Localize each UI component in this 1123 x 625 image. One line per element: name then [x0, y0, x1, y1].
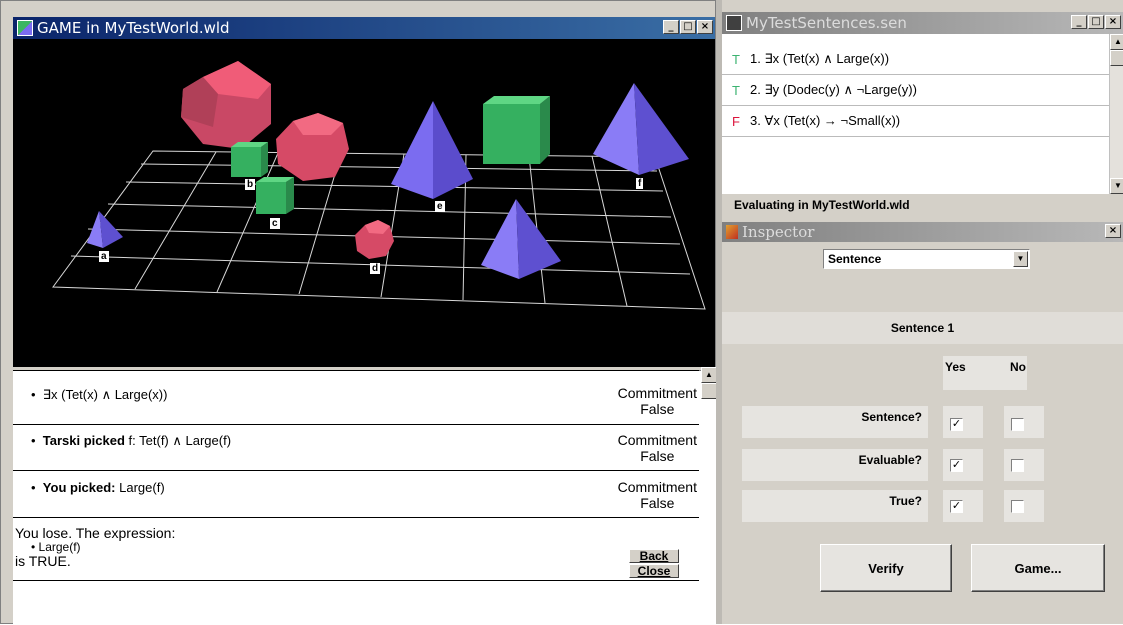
game-step-2-text: • Tarski picked f: Tet(f) ∧ Large(f)	[31, 433, 232, 448]
label-d: d	[370, 263, 381, 274]
sentence-row-1[interactable]: T 1. ∃x (Tet(x) ∧ Large(x))	[722, 44, 1109, 75]
sentence-row-2[interactable]: T 2. ∃y (Dodec(y) ∧ ¬Large(y))	[722, 75, 1109, 106]
section-label: Sentence 1	[890, 321, 955, 335]
evaluating-status: Evaluating in MyTestWorld.wld	[734, 198, 910, 212]
scroll-up-arrow[interactable]: ▲	[701, 367, 717, 383]
commitment-1: Commitment False	[617, 385, 697, 417]
true-yes-checkbox[interactable]: ✓	[950, 500, 963, 513]
sentences-scrollbar[interactable]: ▲ ▼	[1109, 34, 1123, 194]
evaluable-no-cell	[1004, 449, 1044, 481]
yes-label: Yes	[945, 360, 966, 374]
truth-value-3: F	[732, 113, 740, 129]
game-window: GAME in MyTestWorld.wld _ □ × a b c d e …	[0, 0, 717, 625]
cube-b	[231, 142, 268, 177]
commitment-3: Commitment False	[617, 479, 697, 511]
game-result: You lose. The expression: • Large(f) is …	[13, 518, 699, 581]
sentences-scroll-up[interactable]: ▲	[1110, 34, 1123, 50]
no-label: No	[1010, 360, 1026, 374]
yes-no-header: Yes No	[943, 356, 1027, 390]
world-view[interactable]: a b c d e f	[13, 39, 715, 367]
truth-value-2: T	[732, 82, 740, 98]
sentences-scroll-down[interactable]: ▼	[1110, 178, 1123, 194]
label-a: a	[99, 251, 109, 262]
sentences-scroll-thumb[interactable]	[1110, 50, 1123, 66]
game-button[interactable]: Game...	[971, 544, 1105, 592]
evaluable-no-checkbox[interactable]	[1011, 459, 1024, 472]
result-line-3: is TRUE.	[15, 553, 71, 569]
cube-large	[483, 96, 550, 164]
inspector-close-button[interactable]: ×	[1105, 224, 1121, 238]
dodec-medium	[276, 113, 349, 181]
question-evaluable: Evaluable?	[742, 449, 928, 481]
sentence-row-3[interactable]: F 3. ∀x (Tet(x) → ¬Small(x))	[722, 106, 1109, 137]
close-button[interactable]: ×	[697, 20, 713, 34]
chevron-down-icon[interactable]: ▼	[1013, 251, 1028, 267]
inspector-dropdown-value: Sentence	[828, 252, 882, 266]
inspector-title: Inspector	[742, 223, 815, 241]
sentences-titlebar[interactable]: MyTestSentences.sen _ □ ×	[722, 12, 1123, 34]
game-step-1-text: • ∃x (Tet(x) ∧ Large(x))	[31, 387, 168, 402]
question-true: True?	[742, 490, 928, 522]
true-yes-cell	[943, 490, 983, 522]
sentences-app-icon	[726, 15, 742, 31]
transcript-scrollbar[interactable]: ▲	[701, 367, 717, 625]
true-no-cell	[1004, 490, 1044, 522]
world-scene	[52, 61, 706, 310]
inspector-titlebar[interactable]: Inspector ×	[722, 222, 1123, 242]
sentence-text-1: 1. ∃x (Tet(x) ∧ Large(x))	[750, 51, 890, 66]
game-title: GAME in MyTestWorld.wld	[37, 19, 230, 37]
inspector-app-icon	[726, 225, 738, 239]
cube-c	[256, 177, 294, 214]
tet-f	[593, 83, 689, 175]
evaluable-yes-checkbox[interactable]: ✓	[950, 459, 963, 472]
sentence-text-3: 3. ∀x (Tet(x) → ¬Small(x))	[750, 113, 901, 128]
sentence-no-checkbox[interactable]	[1011, 418, 1024, 431]
sentences-maximize-button[interactable]: □	[1088, 15, 1104, 29]
section-header: Sentence 1	[722, 312, 1123, 344]
game-step-3-text: • You picked: Large(f)	[31, 480, 165, 495]
sentence-yes-cell	[943, 406, 983, 438]
game-step-3: • You picked: Large(f) Commitment False	[13, 471, 699, 518]
label-b: b	[245, 179, 256, 190]
sentences-title: MyTestSentences.sen	[746, 14, 907, 32]
evaluable-yes-cell	[943, 449, 983, 481]
result-line-2: • Large(f)	[31, 540, 81, 554]
commitment-2: Commitment False	[617, 432, 697, 464]
back-button[interactable]: Back	[629, 549, 679, 563]
maximize-button[interactable]: □	[680, 20, 696, 34]
transcript-scroll-thumb[interactable]	[701, 383, 717, 399]
sentences-close-button[interactable]: ×	[1105, 15, 1121, 29]
game-titlebar[interactable]: GAME in MyTestWorld.wld _ □ ×	[13, 17, 715, 39]
question-sentence: Sentence?	[742, 406, 928, 438]
game-step-1: • ∃x (Tet(x) ∧ Large(x)) Commitment Fals…	[13, 370, 699, 425]
inspector-type-dropdown[interactable]: Sentence ▼	[823, 249, 1030, 269]
inspector-window: Inspector × Sentence ▼ Sentence 1 Yes No…	[722, 222, 1123, 624]
tet-e	[391, 101, 473, 199]
sentences-minimize-button[interactable]: _	[1071, 15, 1087, 29]
label-c: c	[270, 218, 280, 229]
label-e: e	[435, 201, 445, 212]
sentence-text-2: 2. ∃y (Dodec(y) ∧ ¬Large(y))	[750, 82, 917, 97]
minimize-button[interactable]: _	[663, 20, 679, 34]
true-no-checkbox[interactable]	[1011, 500, 1024, 513]
verify-button[interactable]: Verify	[820, 544, 952, 592]
truth-value-1: T	[732, 51, 740, 67]
result-line-1: You lose. The expression:	[15, 525, 176, 541]
dodec-large-back	[181, 61, 271, 149]
label-f: f	[636, 178, 644, 189]
close-game-button[interactable]: Close	[629, 564, 679, 578]
sentence-yes-checkbox[interactable]: ✓	[950, 418, 963, 431]
world-app-icon	[17, 20, 33, 36]
sentence-no-cell	[1004, 406, 1044, 438]
game-step-2: • Tarski picked f: Tet(f) ∧ Large(f) Com…	[13, 425, 699, 471]
